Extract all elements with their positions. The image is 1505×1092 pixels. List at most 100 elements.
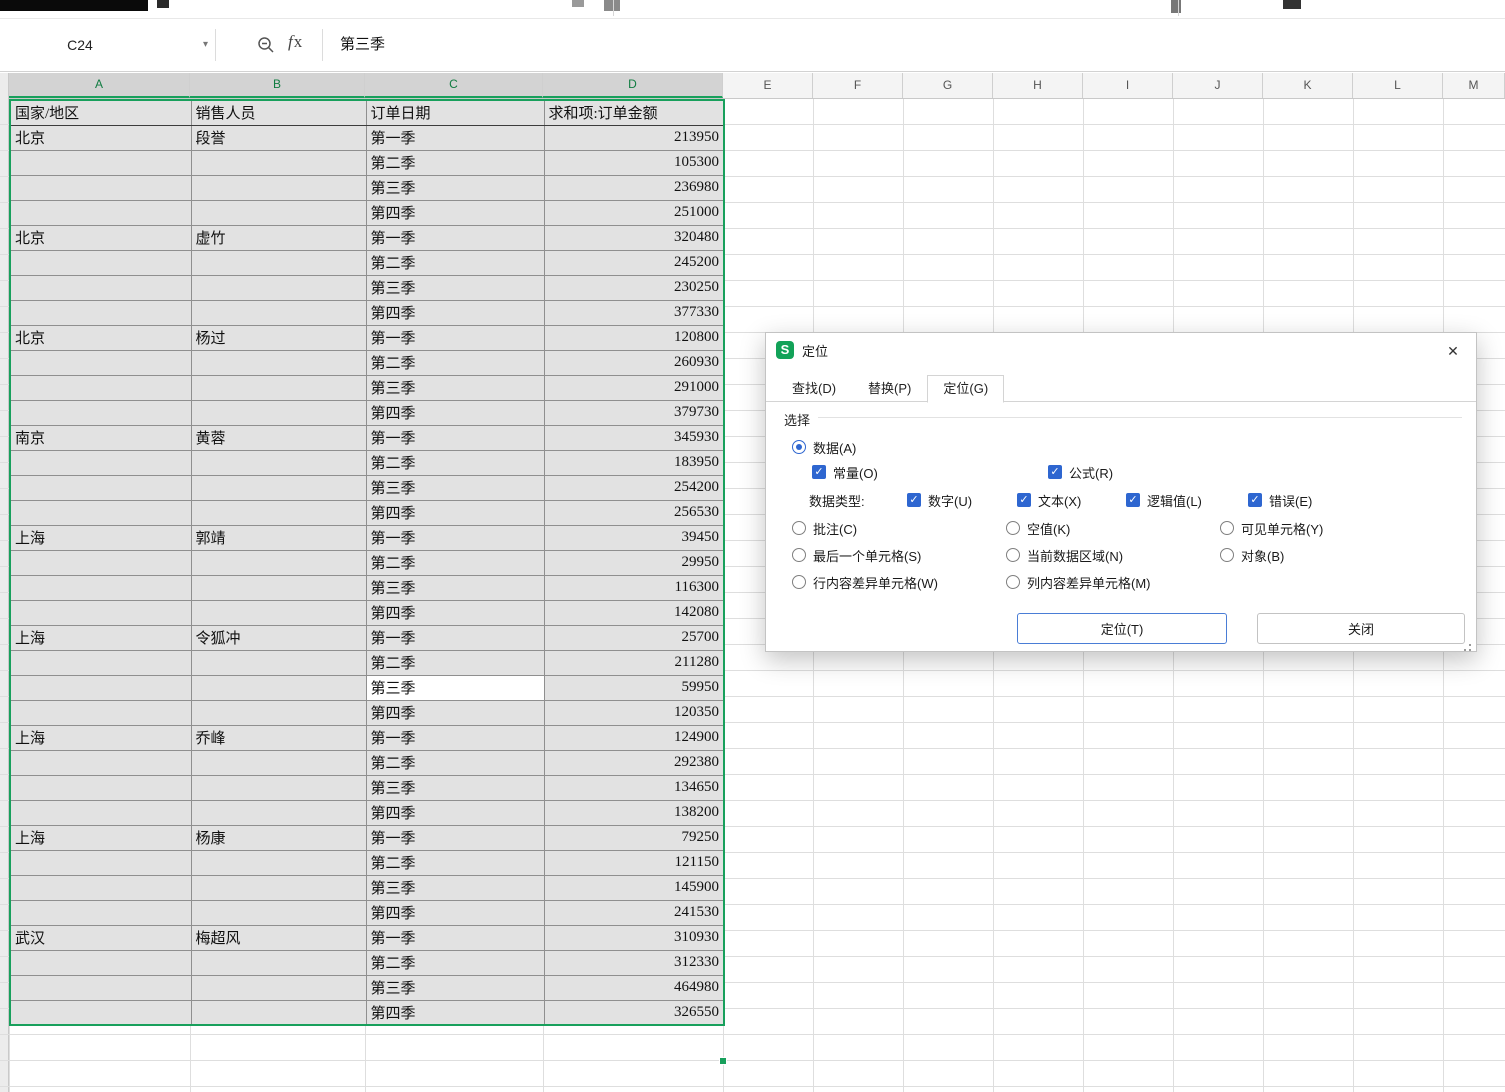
cell[interactable]: 256530 — [544, 500, 724, 525]
cell[interactable] — [10, 675, 191, 700]
cell[interactable]: 第四季 — [366, 800, 544, 825]
cell[interactable]: 令狐冲 — [191, 625, 366, 650]
cell[interactable] — [191, 700, 366, 725]
cell[interactable] — [191, 375, 366, 400]
radio-current-region[interactable]: 当前数据区域(N) — [1006, 546, 1123, 564]
zoom-out-icon[interactable] — [256, 35, 276, 60]
cell[interactable]: 第二季 — [366, 550, 544, 575]
cell[interactable]: 第三季 — [366, 475, 544, 500]
name-box-dropdown-icon[interactable]: ▾ — [203, 39, 208, 50]
table-header-cell[interactable]: 国家/地区 — [10, 100, 191, 125]
cell[interactable]: 39450 — [544, 525, 724, 550]
cell[interactable] — [10, 700, 191, 725]
column-header-L[interactable]: L — [1353, 73, 1443, 98]
cell[interactable]: 211280 — [544, 650, 724, 675]
cell[interactable]: 第四季 — [366, 900, 544, 925]
cell[interactable] — [191, 300, 366, 325]
cell[interactable]: 杨康 — [191, 825, 366, 850]
cell[interactable]: 377330 — [544, 300, 724, 325]
formula-input[interactable]: 第三季 — [340, 33, 385, 54]
radio-row-differences[interactable]: 行内容差异单元格(W) — [792, 573, 938, 591]
cell[interactable]: 260930 — [544, 350, 724, 375]
cell[interactable]: 245200 — [544, 250, 724, 275]
cell[interactable] — [191, 500, 366, 525]
cell[interactable]: 段誉 — [191, 125, 366, 150]
cell[interactable]: 第三季 — [366, 275, 544, 300]
active-cell[interactable]: 第三季 — [366, 675, 544, 700]
cell[interactable]: 第一季 — [366, 825, 544, 850]
cell[interactable]: 183950 — [544, 450, 724, 475]
table-header-cell[interactable]: 求和项:订单金额 — [544, 100, 724, 125]
cell[interactable] — [191, 1000, 366, 1025]
cell[interactable]: 138200 — [544, 800, 724, 825]
column-header-I[interactable]: I — [1083, 73, 1173, 98]
selection-fill-handle[interactable] — [719, 1057, 727, 1065]
cell[interactable] — [10, 550, 191, 575]
cell[interactable]: 第三季 — [366, 375, 544, 400]
cell[interactable] — [191, 550, 366, 575]
cell[interactable]: 230250 — [544, 275, 724, 300]
cell[interactable] — [191, 950, 366, 975]
name-box[interactable]: C24 ▾ — [10, 29, 210, 61]
goto-button[interactable]: 定位(T) — [1017, 613, 1227, 644]
cell[interactable]: 第三季 — [366, 875, 544, 900]
cell[interactable]: 134650 — [544, 775, 724, 800]
cell[interactable]: 上海 — [10, 825, 191, 850]
column-header-H[interactable]: H — [993, 73, 1083, 98]
cell[interactable]: 第一季 — [366, 625, 544, 650]
cell[interactable] — [191, 400, 366, 425]
cell[interactable] — [191, 775, 366, 800]
radio-column-differences[interactable]: 列内容差异单元格(M) — [1006, 573, 1151, 591]
cell[interactable] — [10, 1000, 191, 1025]
column-header-G[interactable]: G — [903, 73, 993, 98]
cell[interactable] — [10, 650, 191, 675]
column-header-E[interactable]: E — [723, 73, 813, 98]
insert-function-icon[interactable]: fx — [288, 32, 302, 52]
cell[interactable]: 236980 — [544, 175, 724, 200]
radio-comments[interactable]: 批注(C) — [792, 519, 857, 537]
cell[interactable] — [191, 900, 366, 925]
cell[interactable]: 326550 — [544, 1000, 724, 1025]
cell[interactable] — [191, 750, 366, 775]
cell[interactable] — [10, 850, 191, 875]
cell[interactable] — [10, 200, 191, 225]
cell[interactable] — [10, 275, 191, 300]
cell[interactable]: 120800 — [544, 325, 724, 350]
checkbox-constants[interactable]: 常量(O) — [812, 463, 878, 481]
cell[interactable] — [191, 850, 366, 875]
cell[interactable] — [10, 375, 191, 400]
tab-goto[interactable]: 定位(G) — [927, 375, 1004, 403]
cell[interactable]: 第四季 — [366, 600, 544, 625]
cell[interactable]: 第三季 — [366, 775, 544, 800]
column-header-J[interactable]: J — [1173, 73, 1263, 98]
cell[interactable] — [10, 975, 191, 1000]
cell[interactable] — [191, 350, 366, 375]
cell[interactable]: 上海 — [10, 725, 191, 750]
cell[interactable] — [10, 350, 191, 375]
cell[interactable]: 第三季 — [366, 975, 544, 1000]
checkbox-logicals[interactable]: 逻辑值(L) — [1126, 491, 1202, 509]
cell[interactable]: 213950 — [544, 125, 724, 150]
cell[interactable] — [191, 875, 366, 900]
cell[interactable]: 241530 — [544, 900, 724, 925]
cell[interactable] — [191, 675, 366, 700]
cell[interactable]: 第一季 — [366, 725, 544, 750]
cell[interactable] — [10, 450, 191, 475]
cell[interactable]: 142080 — [544, 600, 724, 625]
cell[interactable]: 59950 — [544, 675, 724, 700]
radio-blanks[interactable]: 空值(K) — [1006, 519, 1070, 537]
cell[interactable] — [191, 275, 366, 300]
cell[interactable]: 第四季 — [366, 200, 544, 225]
checkbox-text[interactable]: 文本(X) — [1017, 491, 1081, 509]
cell[interactable]: 251000 — [544, 200, 724, 225]
cell[interactable]: 武汉 — [10, 925, 191, 950]
cell[interactable]: 320480 — [544, 225, 724, 250]
cell[interactable]: 第四季 — [366, 300, 544, 325]
cell[interactable] — [10, 875, 191, 900]
cell[interactable]: 第二季 — [366, 250, 544, 275]
radio-visible-cells[interactable]: 可见单元格(Y) — [1220, 519, 1323, 537]
cell[interactable]: 第一季 — [366, 125, 544, 150]
cell[interactable]: 梅超风 — [191, 925, 366, 950]
cell[interactable] — [10, 950, 191, 975]
cell[interactable]: 291000 — [544, 375, 724, 400]
